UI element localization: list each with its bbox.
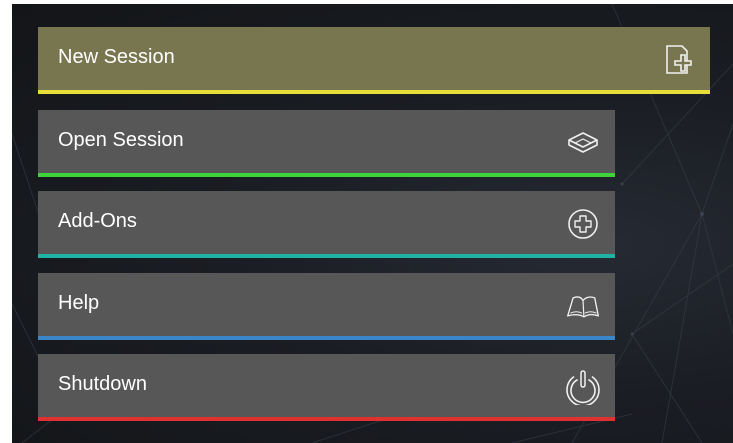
menu-item-new-session[interactable]: New Session xyxy=(38,27,710,94)
book-icon xyxy=(565,289,601,323)
menu-item-accent-bar xyxy=(38,173,615,177)
menu-item-add-ons[interactable]: Add-Ons xyxy=(38,191,615,258)
menu-item-label: Add-Ons xyxy=(58,210,137,232)
menu-item-label: New Session xyxy=(58,46,175,68)
plus-circle-icon xyxy=(565,207,601,241)
menu-item-open-session[interactable]: Open Session xyxy=(38,110,615,177)
open-layers-icon xyxy=(565,126,601,160)
menu-item-accent-bar xyxy=(38,417,615,421)
menu-item-label: Help xyxy=(58,292,100,314)
menu-item-shutdown[interactable]: Shutdown xyxy=(38,354,615,421)
new-session-icon xyxy=(660,43,696,77)
main-menu-background: New Session Open Session Add-Ons Help Sh… xyxy=(12,4,733,443)
menu-item-accent-bar xyxy=(38,90,710,94)
menu-item-label: Shutdown xyxy=(58,373,147,395)
menu-item-accent-bar xyxy=(38,336,615,340)
app-window: New Session Open Session Add-Ons Help Sh… xyxy=(0,0,733,443)
power-icon xyxy=(565,370,601,405)
menu-item-label: Open Session xyxy=(58,129,184,151)
menu-item-accent-bar xyxy=(38,254,615,258)
menu-item-help[interactable]: Help xyxy=(38,273,615,340)
